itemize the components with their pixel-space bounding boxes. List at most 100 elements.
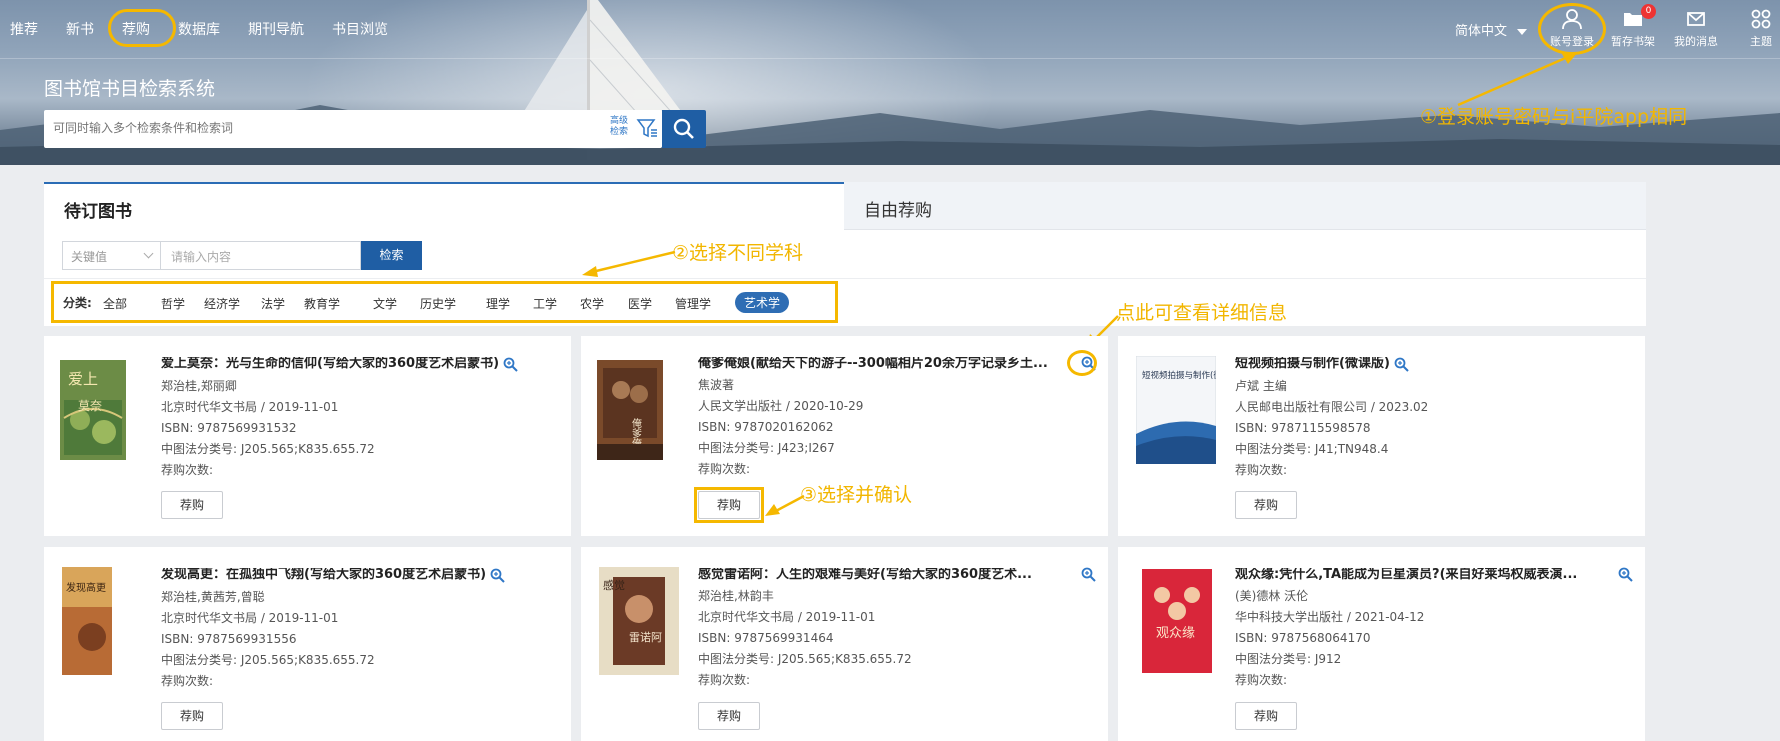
book-cover-image: 俺爹俺娘	[597, 360, 663, 460]
book-publisher: 人民邮电出版社有限公司 / 2023.02	[1235, 400, 1429, 414]
annotation-highlight-ring	[694, 487, 764, 523]
book-recommend-count: 荐购次数:	[161, 463, 214, 477]
category-management[interactable]: 管理学	[675, 295, 711, 312]
nav-purchase-recommend[interactable]: 荐购	[108, 9, 178, 47]
book-title-row: 发现高更：在孤独中飞翔(写给大家的360度艺术启蒙书)	[161, 568, 561, 583]
category-all[interactable]: 全部	[103, 295, 127, 312]
book-isbn: ISBN: 9787568064170	[1235, 631, 1371, 645]
category-medicine[interactable]: 医学	[628, 295, 652, 312]
messages-button[interactable]: 我的消息	[1661, 8, 1731, 49]
search-icon	[673, 118, 694, 139]
system-title: 图书馆书目检索系统	[44, 78, 216, 100]
book-title[interactable]: 感觉雷诺阿：人生的艰难与美好(写给大家的360度艺术...	[698, 568, 1032, 582]
annotation-subject: ②选择不同学科	[672, 242, 804, 264]
book-title[interactable]: 爱上莫奈：光与生命的信仰(写给大家的360度艺术启蒙书)	[161, 357, 499, 371]
book-publisher: 北京时代华文书局 / 2019-11-01	[161, 400, 339, 414]
book-publisher: 北京时代华文书局 / 2019-11-01	[698, 610, 876, 624]
main-search-input[interactable]	[44, 110, 584, 146]
theme-button[interactable]: 主题	[1725, 8, 1780, 49]
annotation-arrow	[582, 250, 676, 277]
nav-recommend[interactable]: 推荐	[0, 19, 66, 39]
category-history[interactable]: 历史学	[420, 295, 456, 312]
book-info: 爱上莫奈：光与生命的信仰(写给大家的360度艺术启蒙书) 郑治桂,郑丽卿 北京时…	[161, 357, 561, 477]
book-clc: 中图法分类号: J41;TN948.4	[1235, 442, 1389, 456]
recommend-button[interactable]: 荐购	[1235, 702, 1297, 730]
category-agriculture[interactable]: 农学	[580, 295, 604, 312]
recommend-button[interactable]: 荐购	[698, 702, 760, 730]
category-economics[interactable]: 经济学	[204, 295, 240, 312]
annotation-detail: 点此可查看详细信息	[1116, 302, 1288, 324]
book-isbn: ISBN: 9787115598578	[1235, 421, 1371, 435]
annotation-highlight-ring	[1067, 350, 1097, 376]
book-recommend-count: 荐购次数:	[161, 674, 214, 688]
nav-catalog-browse[interactable]: 书目浏览	[332, 19, 416, 39]
cover-subtitle: 莫奈	[78, 399, 102, 413]
nav-databases[interactable]: 数据库	[178, 19, 248, 39]
advanced-search-link[interactable]: 高级检索	[610, 116, 636, 138]
recommend-panel: 待订图书 自由荐购 关键值 请输入内容 检索 分类: 全部 哲学 经济学 法学 …	[44, 182, 1646, 326]
tab-free-recommend[interactable]: 自由荐购	[844, 182, 1646, 230]
book-cover-image: 感觉 雷诺阿	[599, 567, 679, 675]
temp-shelf-button[interactable]: 0 暂存书架	[1598, 4, 1668, 49]
category-science[interactable]: 理学	[486, 295, 510, 312]
book-title[interactable]: 俺爹俺娘(献给天下的游子--300幅相片20余万字记录乡土...	[698, 357, 1048, 371]
category-philosophy[interactable]: 哲学	[161, 295, 185, 312]
caret-down-icon	[1517, 28, 1528, 35]
annotation-login: ①登录账号密码与i平院app相同	[1420, 106, 1688, 128]
main-search-box: 高级检索	[44, 110, 662, 148]
book-author: (美)德林 沃伦	[1235, 589, 1309, 603]
book-card: 发现高更 发现高更：在孤独中飞翔(写给大家的360度艺术启蒙书) 郑治桂,黄茜芳…	[44, 547, 571, 741]
book-title[interactable]: 观众缘:凭什么,TA能成为巨星演员?(来自好莱坞权威表演...	[1235, 568, 1577, 582]
keyword-search-button[interactable]: 检索	[361, 241, 422, 270]
language-label: 简体中文	[1455, 24, 1508, 39]
category-literature[interactable]: 文学	[373, 295, 397, 312]
book-publisher: 华中科技大学出版社 / 2021-04-12	[1235, 610, 1425, 624]
recommend-button[interactable]: 荐购	[1235, 491, 1297, 519]
book-author: 郑治桂,黄茜芳,曾聪	[161, 590, 265, 604]
shelf-count-badge: 0	[1641, 4, 1656, 19]
book-isbn: ISBN: 9787569931556	[161, 632, 297, 646]
book-title[interactable]: 发现高更：在孤独中飞翔(写给大家的360度艺术启蒙书)	[161, 568, 486, 582]
detail-magnifier-icon[interactable]	[490, 568, 505, 583]
category-law[interactable]: 法学	[261, 295, 285, 312]
cover-title: 短视频拍摄与制作(微课版)	[1142, 370, 1216, 381]
language-switcher[interactable]: 简体中文	[1455, 20, 1528, 39]
category-art[interactable]: 艺术学	[735, 292, 790, 313]
category-education[interactable]: 教育学	[304, 295, 340, 312]
nav-journals[interactable]: 期刊导航	[248, 19, 332, 39]
keyword-input[interactable]: 请输入内容	[161, 241, 361, 270]
mail-icon	[1687, 12, 1705, 26]
book-card: 短视频拍摄与制作(微课版) 短视频拍摄与制作(微课版) 卢斌 主编 人民邮电出版…	[1118, 336, 1645, 536]
book-cover-image: 观众缘	[1142, 569, 1212, 673]
tab-pending-books[interactable]: 待订图书	[44, 182, 844, 230]
annotation-arrow	[1457, 52, 1578, 107]
book-author: 焦波著	[698, 378, 735, 392]
detail-magnifier-icon[interactable]	[1394, 357, 1409, 372]
top-navigation: 推荐 新书 荐购 数据库 期刊导航 书目浏览	[0, 0, 416, 58]
detail-magnifier-icon[interactable]	[1081, 567, 1096, 582]
book-title[interactable]: 短视频拍摄与制作(微课版)	[1235, 357, 1390, 371]
cover-title: 发现高更	[66, 581, 106, 594]
recommend-button[interactable]: 荐购	[161, 491, 223, 519]
detail-magnifier-icon[interactable]	[1618, 567, 1633, 582]
category-engineering[interactable]: 工学	[533, 295, 557, 312]
detail-magnifier-icon[interactable]	[503, 357, 518, 372]
messages-label: 我的消息	[1674, 35, 1718, 48]
book-isbn: ISBN: 9787569931532	[161, 421, 297, 435]
book-info: 发现高更：在孤独中飞翔(写给大家的360度艺术启蒙书) 郑治桂,黄茜芳,曾聪 北…	[161, 568, 561, 688]
keyword-input-placeholder: 请输入内容	[171, 250, 232, 264]
book-recommend-count: 荐购次数:	[698, 462, 751, 476]
annotation-confirm: ③选择并确认	[800, 484, 913, 506]
annotation-highlight-ring	[108, 9, 176, 47]
keyword-select[interactable]: 关键值	[62, 241, 161, 270]
recommend-button[interactable]: 荐购	[161, 702, 223, 730]
filter-icon[interactable]	[636, 117, 658, 139]
book-recommend-count: 荐购次数:	[1235, 463, 1288, 477]
book-isbn: ISBN: 9787569931464	[698, 631, 834, 645]
book-publisher: 北京时代华文书局 / 2019-11-01	[161, 611, 339, 625]
theme-label: 主题	[1750, 35, 1772, 48]
panel-divider	[44, 278, 1646, 279]
book-cover-image: 短视频拍摄与制作(微课版)	[1136, 356, 1216, 464]
main-search-button[interactable]	[662, 110, 706, 148]
book-info: 俺爹俺娘(献给天下的游子--300幅相片20余万字记录乡土... 焦波著 人民文…	[698, 357, 1098, 476]
